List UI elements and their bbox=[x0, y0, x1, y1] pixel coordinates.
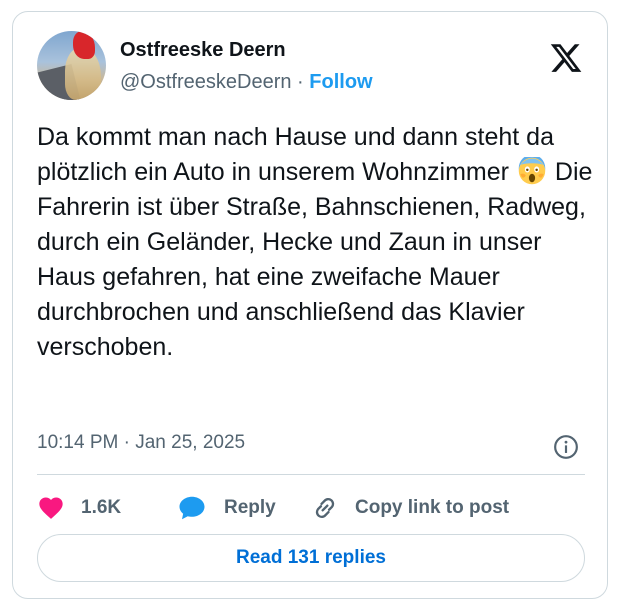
face-screaming-in-fear-icon bbox=[518, 157, 546, 185]
author-handle[interactable]: @OstfreeskeDeern bbox=[120, 71, 291, 93]
like-button[interactable]: 1.6K bbox=[37, 490, 121, 526]
info-icon[interactable] bbox=[553, 434, 579, 460]
tweet-text-part1: Da kommt man nach Hause und dann steht d… bbox=[37, 123, 554, 186]
reply-button[interactable]: Reply bbox=[177, 490, 276, 526]
reply-label: Reply bbox=[224, 497, 276, 518]
divider bbox=[37, 474, 585, 475]
like-count: 1.6K bbox=[81, 497, 122, 518]
follow-button[interactable]: Follow bbox=[309, 71, 372, 93]
link-icon bbox=[315, 498, 335, 518]
author-name[interactable]: Ostfreeske Deern bbox=[120, 39, 286, 62]
tweet-timestamp[interactable]: 10:14 PM · Jan 25, 2025 bbox=[37, 432, 245, 454]
tweet-text-part2: Die Fahrerin ist über Straße, Bahnschien… bbox=[37, 158, 593, 361]
author-handle-row: @OstfreeskeDeern · Follow bbox=[120, 71, 373, 94]
avatar-scarf bbox=[73, 31, 95, 59]
avatar[interactable] bbox=[37, 31, 106, 100]
x-logo-icon[interactable] bbox=[549, 41, 583, 75]
handle-separator: · bbox=[297, 71, 304, 93]
speech-bubble-icon bbox=[179, 496, 205, 520]
copy-link-label: Copy link to post bbox=[355, 497, 510, 518]
copy-link-button[interactable]: Copy link to post bbox=[311, 490, 509, 526]
tweet-text: Da kommt man nach Hause und dann steht d… bbox=[37, 120, 597, 365]
tweet-card: Ostfreeske Deern @OstfreeskeDeern · Foll… bbox=[12, 11, 608, 599]
heart-icon bbox=[39, 497, 63, 519]
read-replies-button[interactable]: Read 131 replies bbox=[37, 534, 585, 582]
